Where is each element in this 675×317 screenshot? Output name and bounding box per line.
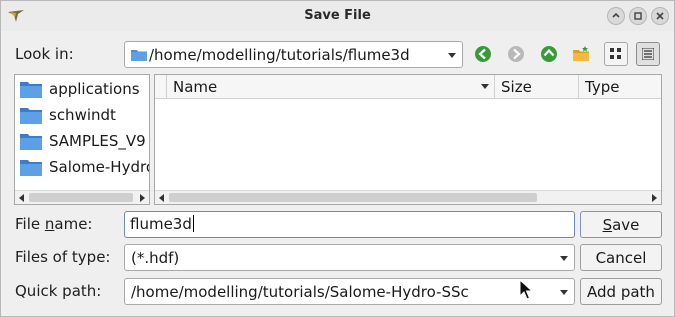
add-path-button[interactable]: Add path — [580, 278, 662, 305]
folder-icon — [20, 82, 42, 98]
file-name-input[interactable]: flume3d — [124, 211, 575, 238]
column-header-label: Size — [501, 78, 532, 96]
save-button[interactable]: Save — [580, 211, 662, 238]
sidebar-item-samples[interactable]: SAMPLES_V9 — [20, 129, 149, 153]
parent-directory-icon[interactable] — [540, 45, 558, 63]
column-header-label: Name — [173, 78, 218, 96]
save-button-label: Save — [581, 216, 661, 234]
sidebar-item-label: Salome-Hydro — [49, 158, 150, 176]
save-file-dialog: Save File Look in: /home/modelling/tutor… — [0, 0, 675, 317]
look-in-path: /home/modelling/tutorials/flume3d — [149, 46, 410, 64]
title-bar: Save File — [1, 1, 674, 31]
files-of-type-combobox[interactable]: (*.hdf) — [124, 244, 575, 271]
label-text: File — [15, 215, 45, 233]
label-text: ave — [612, 216, 640, 234]
column-header-type[interactable]: Type — [579, 75, 661, 99]
label-text: ame: — [54, 215, 93, 233]
file-name-label: File name: — [15, 215, 92, 233]
cancel-button[interactable]: Cancel — [580, 244, 662, 271]
list-view-button[interactable] — [604, 42, 628, 66]
folder-icon — [20, 160, 42, 176]
sidebar-item-label: applications — [49, 80, 140, 98]
quick-path-combobox[interactable]: /home/modelling/tutorials/Salome-Hydro-S… — [124, 278, 575, 305]
add-path-button-label: Add path — [587, 283, 655, 301]
sidebar-item-label: SAMPLES_V9 — [49, 132, 146, 150]
restore-button[interactable] — [629, 7, 647, 25]
sidebar-item-salome-hydro[interactable]: Salome-Hydro — [20, 155, 150, 179]
column-header-size[interactable]: Size — [495, 75, 579, 99]
scroll-right-icon[interactable] — [652, 194, 657, 202]
sidebar-item-applications[interactable]: applications — [20, 77, 149, 101]
new-folder-icon[interactable] — [572, 45, 592, 63]
folder-icon — [20, 134, 42, 150]
mouse-pointer-icon — [519, 279, 533, 300]
column-header-spacer — [155, 75, 167, 99]
sidebar-item-label: schwindt — [49, 106, 116, 124]
detail-view-button[interactable] — [636, 42, 660, 66]
quick-path-value: /home/modelling/tutorials/Salome-Hydro-S… — [131, 283, 469, 301]
filelist-horizontal-scrollbar[interactable] — [155, 190, 661, 204]
scroll-left-icon[interactable] — [19, 194, 24, 202]
chevron-down-icon — [448, 53, 456, 58]
close-icon — [656, 12, 664, 20]
file-list[interactable]: Name Size Type — [154, 74, 662, 205]
look-in-combobox[interactable]: /home/modelling/tutorials/flume3d — [124, 41, 463, 68]
list-view-icon — [610, 48, 621, 59]
pin-button[interactable] — [607, 7, 625, 25]
file-name-value: flume3d — [130, 215, 194, 233]
files-of-type-label: Files of type: — [15, 248, 111, 266]
column-header-label: Type — [585, 78, 620, 96]
folder-icon — [131, 50, 147, 61]
scroll-left-icon[interactable] — [159, 194, 164, 202]
file-name-text: flume3d — [130, 215, 192, 233]
column-header-name[interactable]: Name — [167, 75, 495, 99]
scroll-right-icon[interactable] — [140, 194, 145, 202]
text-caret — [192, 215, 194, 232]
look-in-label: Look in: — [15, 45, 74, 63]
label-mnemonic: S — [602, 216, 613, 234]
scrollbar-thumb[interactable] — [169, 193, 537, 202]
restore-icon — [634, 12, 642, 20]
forward-arrow-icon[interactable] — [507, 45, 525, 63]
back-arrow-icon[interactable] — [474, 45, 492, 63]
detail-view-icon — [642, 48, 654, 60]
scrollbar-thumb[interactable] — [29, 193, 133, 202]
close-button[interactable] — [651, 7, 669, 25]
sidebar-places[interactable]: applications schwindt SAMPLES_V9 Salome-… — [14, 74, 150, 205]
folder-icon — [20, 108, 42, 124]
sidebar-item-schwindt[interactable]: schwindt — [20, 103, 149, 127]
pin-icon — [612, 12, 620, 18]
label-mnemonic: n — [44, 215, 55, 233]
files-of-type-value: (*.hdf) — [131, 249, 180, 267]
chevron-down-icon — [560, 290, 568, 295]
chevron-down-icon — [560, 256, 568, 261]
quick-path-label: Quick path: — [15, 282, 102, 300]
sort-descending-icon — [481, 84, 489, 89]
cancel-button-label: Cancel — [595, 249, 647, 267]
window-title: Save File — [304, 8, 371, 23]
sidebar-horizontal-scrollbar[interactable] — [15, 190, 149, 204]
